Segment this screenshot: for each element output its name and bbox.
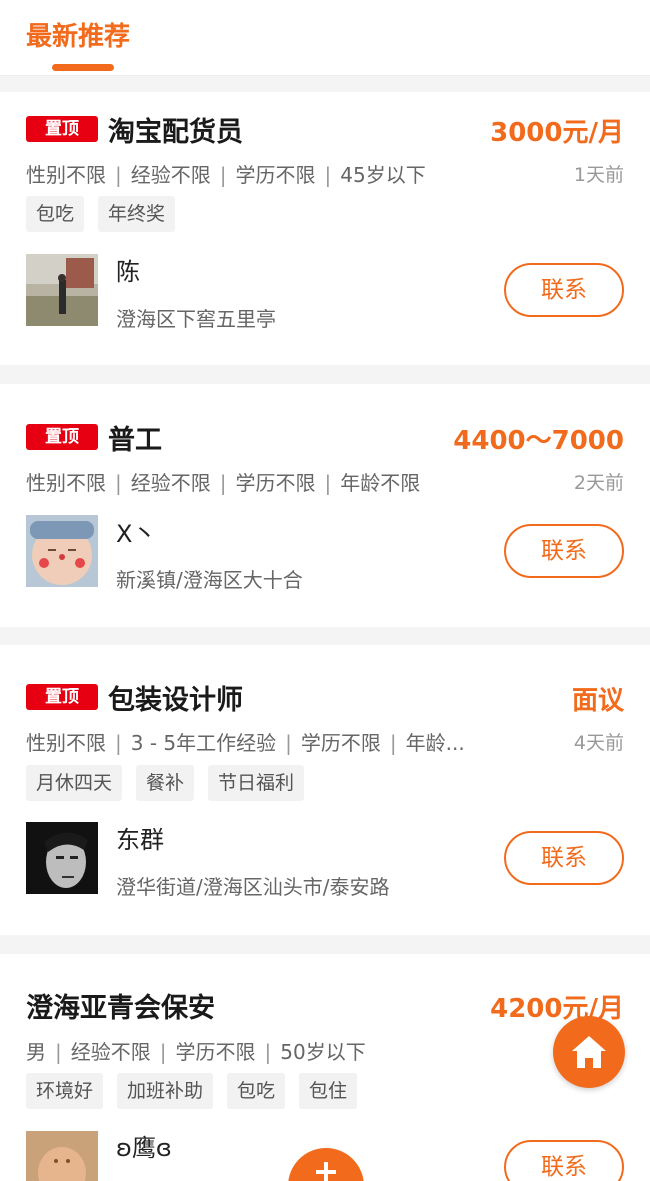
salary: 面议 — [571, 686, 624, 716]
tab-latest-recommend[interactable]: 最新推荐 — [26, 16, 130, 53]
benefit-tag: 环境好 — [26, 1073, 104, 1109]
benefit-tags: 环境好 加班补助 包吃 包住 — [26, 1073, 358, 1109]
job-title: 淘宝配货员 — [108, 116, 243, 148]
job-card[interactable]: 澄海亚青会保安 4200元/月 男 | 经验不限 | 学历不限 | 50岁以下 环境好 加班… — [0, 954, 650, 1181]
salary: 4400～7000 — [453, 426, 624, 456]
job-title: 普工 — [108, 424, 162, 456]
requirement-education: 学历不限 — [300, 731, 381, 755]
avatar — [26, 1131, 98, 1181]
poster-name: 陈 — [116, 258, 140, 286]
requirement-age: 年龄不限 — [340, 471, 421, 495]
requirement-gender: 性别不限 — [26, 163, 106, 187]
requirement-experience: 经验不限 — [130, 163, 211, 187]
job-title: 澄海亚青会保安 — [26, 992, 215, 1024]
requirement-experience: 经验不限 — [130, 471, 211, 495]
posted-time: 2天前 — [573, 472, 624, 494]
requirements: 性别不限 | 经验不限 | 学历不限 | 45岁以下 — [26, 159, 426, 188]
benefit-tags: 月休四天 餐补 节日福利 — [26, 765, 305, 801]
requirements: 性别不限 | 经验不限 | 学历不限 | 年龄不限 — [26, 467, 420, 496]
avatar — [26, 822, 98, 894]
requirement-gender: 性别不限 — [26, 731, 106, 755]
requirement-education: 学历不限 — [175, 1040, 256, 1064]
avatar — [26, 515, 98, 587]
benefit-tag: 月休四天 — [26, 765, 123, 801]
plus-icon — [316, 1162, 336, 1181]
poster-name: 东群 — [116, 826, 164, 854]
requirement-age: 45岁以下 — [340, 163, 426, 187]
poster-location: 新溪镇/澄海区大十合 — [116, 568, 303, 592]
benefit-tag: 包住 — [299, 1073, 358, 1109]
benefit-tag: 年终奖 — [98, 196, 176, 232]
requirement-age: 年龄... — [405, 731, 465, 755]
pinned-badge: 置顶 — [26, 424, 98, 450]
requirement-gender: 男 — [26, 1040, 46, 1064]
benefit-tag: 餐补 — [136, 765, 195, 801]
requirement-education: 学历不限 — [235, 163, 316, 187]
poster-location: 澄华街道/澄海区汕头市/泰安路 — [116, 875, 390, 899]
salary: 3000元/月 — [490, 118, 624, 148]
poster-name: X丶 — [116, 520, 157, 548]
pinned-badge: 置顶 — [26, 116, 98, 142]
benefit-tag: 加班补助 — [117, 1073, 214, 1109]
poster-location: 澄海区下窖五里亭 — [116, 307, 276, 331]
contact-button[interactable]: 联系 — [504, 263, 624, 317]
posted-time: 1天前 — [573, 164, 624, 186]
job-title: 包装设计师 — [108, 684, 243, 716]
benefit-tag: 包吃 — [227, 1073, 286, 1109]
requirement-education: 学历不限 — [235, 471, 316, 495]
benefit-tag: 包吃 — [26, 196, 85, 232]
requirement-gender: 性别不限 — [26, 471, 106, 495]
benefit-tag: 节日福利 — [208, 765, 305, 801]
contact-button[interactable]: 联系 — [504, 1140, 624, 1181]
requirements: 男 | 经验不限 | 学历不限 | 50岁以下 — [26, 1036, 366, 1065]
requirements: 性别不限 | 3 - 5年工作经验 | 学历不限 | 年龄... — [26, 727, 465, 756]
job-card[interactable]: 置顶 普工 4400～7000 性别不限 | 经验不限 | 学历不限 | 年龄不限 2天前 … — [0, 384, 650, 627]
requirement-age: 50岁以下 — [280, 1040, 366, 1064]
benefit-tags: 包吃 年终奖 — [26, 196, 176, 232]
posted-time: 4天前 — [573, 732, 624, 754]
job-card[interactable]: 置顶 淘宝配货员 3000元/月 性别不限 | 经验不限 | 学历不限 | 45岁以下 1天… — [0, 92, 650, 365]
requirement-experience: 3 - 5年工作经验 — [130, 731, 277, 755]
contact-button[interactable]: 联系 — [504, 524, 624, 578]
tab-active-indicator — [52, 64, 114, 71]
poster-name: ʚ鹰ɞ — [116, 1134, 172, 1162]
pinned-badge: 置顶 — [26, 684, 98, 710]
requirement-experience: 经验不限 — [70, 1040, 151, 1064]
avatar — [26, 254, 98, 326]
contact-button[interactable]: 联系 — [504, 831, 624, 885]
home-icon — [572, 1036, 606, 1068]
tab-bar: 最新推荐 — [0, 0, 650, 76]
home-button[interactable] — [553, 1016, 625, 1088]
job-card[interactable]: 置顶 包装设计师 面议 性别不限 | 3 - 5年工作经验 | 学历不限 | 年龄... 4… — [0, 645, 650, 935]
